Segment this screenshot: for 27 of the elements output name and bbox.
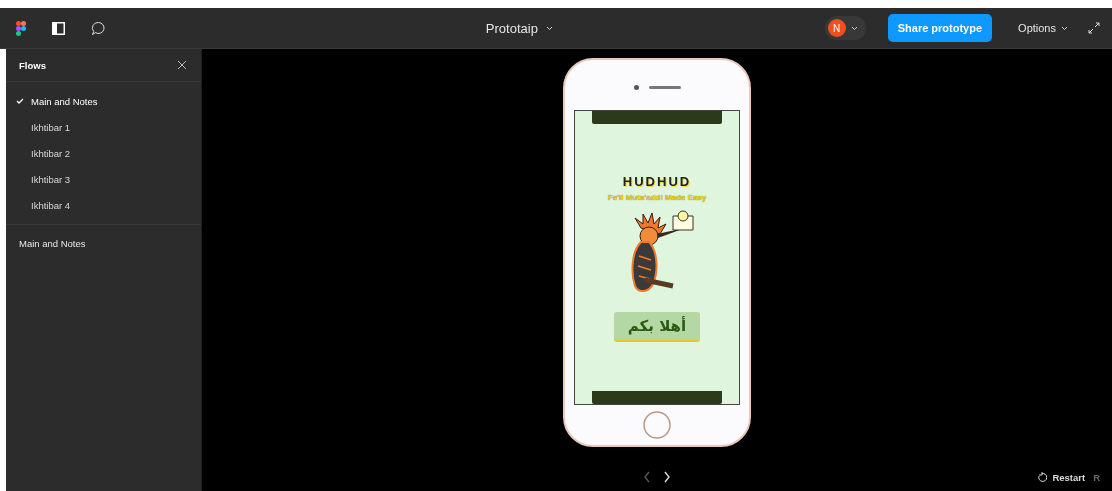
sidebar-toggle-icon[interactable] (50, 19, 67, 37)
restart-icon (1037, 471, 1048, 483)
chevron-down-icon (850, 25, 858, 31)
current-flow-label: Main and Notes (18, 237, 87, 251)
chevron-down-icon (545, 25, 553, 31)
flow-item[interactable]: Main and Notes (6, 88, 201, 114)
flow-item[interactable]: Ikhtibar 1 (6, 114, 201, 140)
panel-title: Flows (19, 59, 46, 71)
close-icon[interactable] (175, 58, 189, 72)
check-icon (16, 98, 24, 104)
flow-item[interactable]: Ikhtibar 2 (6, 140, 201, 166)
options-button[interactable]: Options (1012, 21, 1074, 35)
camera-icon (633, 84, 639, 90)
user-menu[interactable]: N (824, 16, 866, 40)
prototype-title[interactable]: Prototaip (481, 16, 557, 40)
app-title: HUDHUD (622, 173, 692, 189)
speaker-icon (648, 85, 681, 89)
shortcut-key: R (1093, 471, 1100, 483)
restart-button[interactable]: Restart (1037, 471, 1086, 483)
figma-logo-icon[interactable] (14, 18, 28, 38)
chevron-down-icon (1061, 25, 1068, 31)
welcome-button[interactable]: أهلا بكم (613, 311, 701, 342)
user-avatar: N (827, 19, 846, 37)
app-tagline: Fe'il Muta'addi Made Easy (607, 192, 707, 202)
fullscreen-icon[interactable] (1086, 20, 1102, 36)
flow-item[interactable]: Ikhtibar 3 (6, 166, 201, 192)
flow-item[interactable]: Ikhtibar 4 (6, 192, 201, 218)
